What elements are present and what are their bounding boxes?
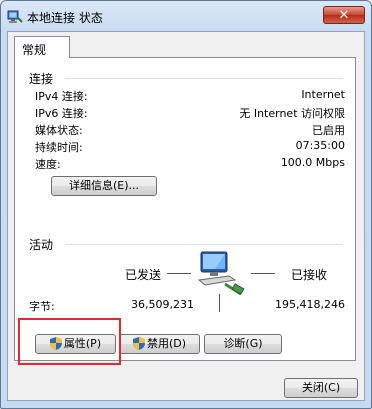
received-label: 已接收 <box>291 268 328 282</box>
activity-heading: 活动 <box>29 238 54 252</box>
sent-label: 已发送 <box>125 268 162 282</box>
network-connection-icon <box>7 9 23 25</box>
bytes-label: 字节: <box>29 300 55 313</box>
title-bar[interactable]: 本地连接 状态 ✕ <box>1 1 371 31</box>
diagnose-button[interactable]: 诊断(G) <box>204 334 282 354</box>
activity-separator <box>219 294 220 312</box>
duration-value: 07:35:00 <box>295 139 345 152</box>
network-activity-icon <box>195 250 247 298</box>
window-title: 本地连接 状态 <box>27 11 103 25</box>
ipv6-label: IPv6 连接: <box>35 107 88 120</box>
speed-value: 100.0 Mbps <box>280 156 345 169</box>
bytes-sent-value: 36,509,231 <box>131 298 194 311</box>
connection-heading: 连接 <box>29 72 54 86</box>
received-dash <box>251 273 275 274</box>
duration-label: 持续时间: <box>35 141 83 154</box>
connection-divider <box>65 78 343 79</box>
properties-highlight-box <box>18 318 121 365</box>
ipv4-value: Internet <box>301 88 345 101</box>
network-status-dialog: 本地连接 状态 ✕ 常规 连接 IPv4 连接: Internet IPv6 连… <box>0 0 372 409</box>
media-state-label: 媒体状态: <box>35 124 83 137</box>
tab-general[interactable]: 常规 <box>14 36 70 58</box>
close-button[interactable]: 关闭(C) <box>284 378 358 398</box>
activity-divider <box>65 244 343 245</box>
media-state-value: 已启用 <box>312 124 345 137</box>
sent-dash <box>167 273 191 274</box>
disable-button[interactable]: 禁用(D) <box>119 334 200 354</box>
details-button[interactable]: 详细信息(E)... <box>51 176 157 196</box>
bytes-received-value: 195,418,246 <box>275 298 345 311</box>
uac-shield-icon <box>132 337 145 356</box>
general-tab-panel: 连接 IPv4 连接: Internet IPv6 连接: 无 Internet… <box>14 57 356 361</box>
ipv6-value: 无 Internet 访问权限 <box>239 107 345 120</box>
window-close-button[interactable]: ✕ <box>323 6 365 24</box>
speed-label: 速度: <box>35 158 61 171</box>
ipv4-label: IPv4 连接: <box>35 90 88 103</box>
disable-button-label: 禁用(D) <box>146 337 187 350</box>
